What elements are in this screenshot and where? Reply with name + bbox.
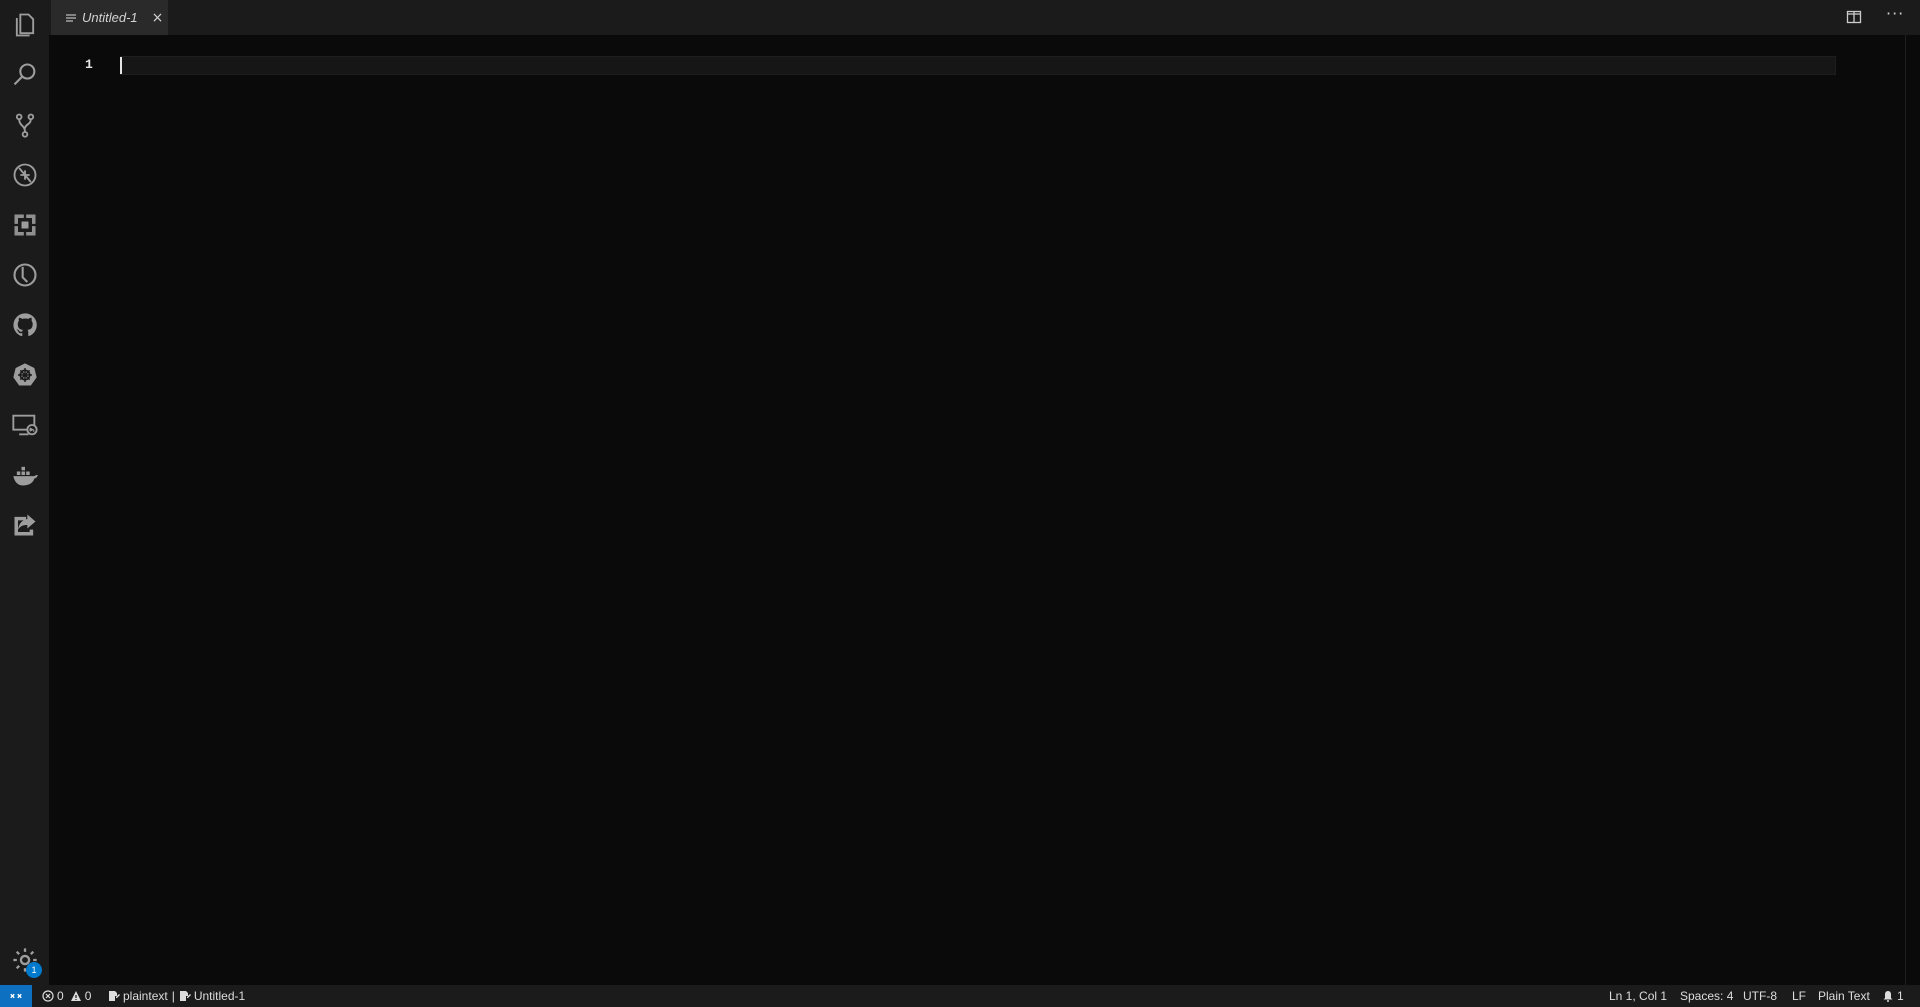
bell-icon — [1883, 991, 1893, 1002]
settings-badge: 1 — [26, 962, 42, 978]
tab-title: Untitled-1 — [82, 10, 138, 25]
language-id: plaintext — [123, 989, 168, 1003]
cursor-position[interactable]: Ln 1, Col 1 — [1609, 985, 1667, 1007]
more-actions-icon[interactable]: ··· — [1886, 4, 1904, 23]
warning-count: 0 — [84, 989, 92, 1003]
editor: 1 — [49, 35, 1920, 985]
explorer-icon[interactable] — [0, 0, 49, 50]
editor-actions: ··· — [1840, 0, 1920, 35]
search-icon[interactable] — [0, 50, 49, 100]
timeline-icon[interactable] — [0, 250, 49, 300]
line-number: 1 — [85, 57, 93, 72]
docker-icon[interactable] — [0, 450, 49, 500]
end-of-line[interactable]: LF — [1792, 985, 1806, 1007]
edit-file-icon — [109, 991, 120, 1001]
edit-file-icon-2 — [179, 991, 191, 1001]
language-id-item[interactable]: plaintext | Untitled-1 — [108, 985, 245, 1007]
close-icon[interactable]: × — [152, 10, 164, 26]
vertical-scrollbar[interactable] — [1905, 35, 1906, 985]
file-name: Untitled-1 — [193, 989, 246, 1003]
settings-gear-icon[interactable]: 1 — [0, 935, 49, 985]
tab-untitled-1[interactable]: Untitled-1 × — [51, 0, 168, 35]
tab-strip: Untitled-1 × ··· — [49, 0, 1920, 35]
split-editor-icon[interactable] — [1846, 9, 1862, 25]
problems-indicator[interactable]: 0 0 — [42, 985, 91, 1007]
language-mode[interactable]: Plain Text — [1818, 985, 1870, 1007]
status-bar: 0 0 plaintext | Untitled-1 Ln 1, Col 1 S… — [0, 985, 1920, 1007]
error-icon — [42, 990, 54, 1002]
activity-bar: 1 — [0, 0, 49, 985]
debug-icon[interactable] — [0, 150, 49, 200]
remote-icon — [10, 993, 22, 999]
code-editor-area[interactable] — [121, 57, 1821, 957]
indentation[interactable]: Spaces: 4 — [1680, 985, 1733, 1007]
source-control-icon[interactable] — [0, 100, 49, 150]
text-file-icon — [66, 13, 76, 22]
notifications[interactable]: 1 — [1882, 985, 1904, 1007]
kubernetes-icon[interactable] — [0, 350, 49, 400]
live-share-icon[interactable] — [0, 500, 49, 550]
status-separator: | — [171, 989, 175, 1003]
remote-explorer-icon[interactable] — [0, 400, 49, 450]
extensions-icon[interactable] — [0, 200, 49, 250]
github-icon[interactable] — [0, 300, 49, 350]
warning-icon — [70, 991, 81, 1001]
notification-count: 1 — [1897, 989, 1904, 1003]
error-count: 0 — [57, 989, 64, 1003]
encoding[interactable]: UTF-8 — [1743, 985, 1777, 1007]
remote-indicator[interactable] — [0, 985, 32, 1007]
